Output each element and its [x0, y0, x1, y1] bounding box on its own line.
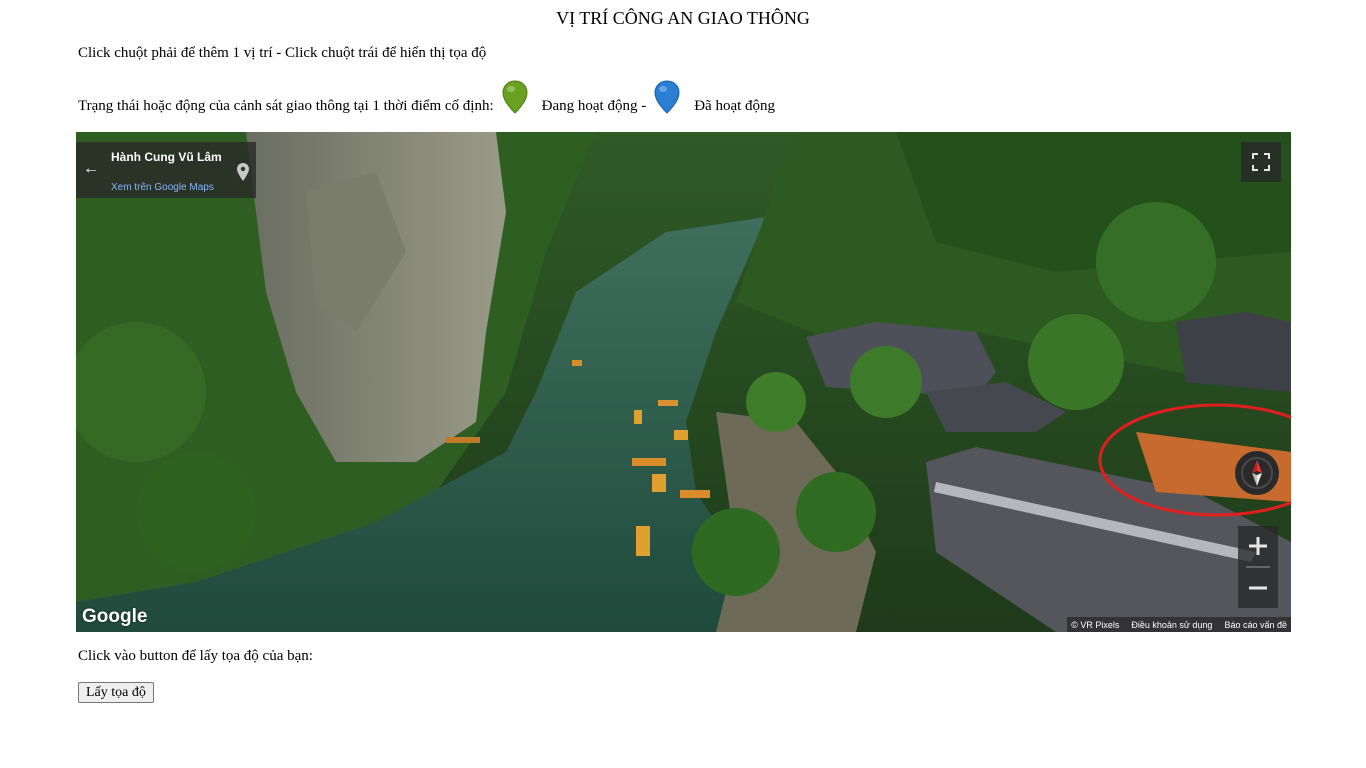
terms-link[interactable]: Điều khoản sử dụng — [1131, 620, 1212, 630]
map-footer: © VR Pixels Điều khoản sử dụng Báo cáo v… — [1067, 617, 1291, 632]
zoom-control — [1238, 526, 1278, 608]
get-coords-button[interactable]: Lấy tọa độ — [78, 682, 154, 703]
street-view-panorama[interactable]: ← Hành Cung Vũ Lâm Xem trên Google Maps — [76, 132, 1291, 632]
red-highlight-circle — [1098, 403, 1291, 517]
report-problem-link[interactable]: Báo cáo vấn đề — [1224, 620, 1287, 630]
zoom-out-button[interactable] — [1238, 568, 1278, 608]
page-title: VỊ TRÍ CÔNG AN GIAO THÔNG — [556, 8, 810, 28]
location-pin-icon[interactable] — [236, 162, 250, 182]
active-label: Đang hoạt động - — [541, 97, 647, 114]
instructions-text: Click chuột phải để thêm 1 vị trí - Clic… — [78, 45, 487, 61]
fullscreen-icon — [1252, 153, 1270, 171]
zoom-in-icon — [1249, 537, 1267, 555]
maps-link[interactable]: Xem trên Google Maps — [111, 182, 214, 193]
zoom-in-button[interactable] — [1238, 526, 1278, 566]
status-prefix: Trạng thái hoặc động của cảnh sát giao t… — [78, 97, 494, 114]
get-coords-label: Click vào button để lấy tọa độ của bạn: — [78, 648, 313, 664]
status-legend: Trạng thái hoặc động của cảnh sát giao t… — [78, 80, 775, 114]
blue-marker-icon — [654, 80, 680, 114]
inactive-label: Đã hoạt động — [694, 97, 776, 114]
back-arrow-icon[interactable]: ← — [80, 158, 102, 180]
google-logo: Google — [82, 606, 148, 627]
fullscreen-button[interactable] — [1241, 142, 1281, 182]
panorama-image[interactable] — [76, 132, 1291, 632]
copyright-text: © VR Pixels — [1071, 619, 1120, 630]
place-name: Hành Cung Vũ Lâm — [111, 150, 222, 164]
green-marker-icon — [502, 80, 528, 114]
zoom-out-icon — [1249, 586, 1267, 590]
place-card: ← Hành Cung Vũ Lâm Xem trên Google Maps — [76, 142, 256, 198]
